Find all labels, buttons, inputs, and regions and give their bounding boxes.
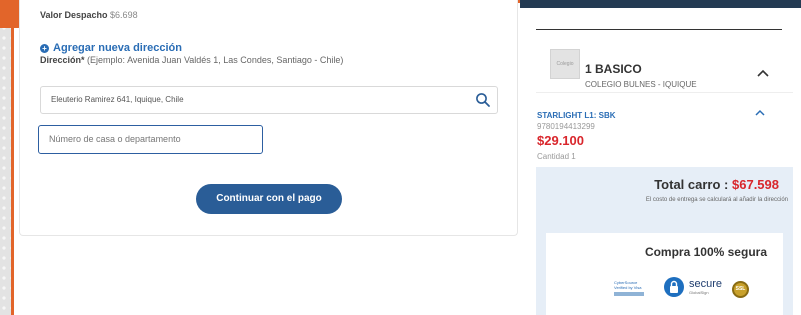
shipping-cost-value: $6.698 xyxy=(110,10,138,20)
add-address-link[interactable]: + Agregar nueva dirección xyxy=(40,42,182,54)
address-input-value: Eleuterio Ramirez 641, Iquique, Chile xyxy=(51,95,184,104)
product-price: $29.100 xyxy=(537,133,584,148)
product-quantity: Cantidad 1 xyxy=(537,152,576,161)
cart-total-label: Total carro : xyxy=(654,177,729,192)
address-field-label: Dirección* (Ejemplo: Avenida Juan Valdés… xyxy=(40,55,343,65)
plus-circle-icon: + xyxy=(40,43,49,53)
delivery-cost-note: El costo de entrega se calculará al añad… xyxy=(645,197,788,203)
school-name: COLEGIO BULNES - IQUIQUE xyxy=(585,80,697,89)
house-number-placeholder: Número de casa o departamento xyxy=(49,134,181,144)
secure-sub: GlobalSign xyxy=(689,290,709,295)
continue-payment-button[interactable]: Continuar con el pago xyxy=(196,184,342,214)
summary-divider xyxy=(536,92,793,93)
product-thumbnail: Colegio xyxy=(550,49,580,79)
chevron-up-icon[interactable] xyxy=(757,69,769,77)
search-icon[interactable] xyxy=(475,92,491,108)
shipping-cost: Valor Despacho $6.698 xyxy=(40,10,138,20)
header-dark-bar xyxy=(520,0,801,8)
secure-purchase-card: Compra 100% segura CyberSource Verified … xyxy=(546,233,783,315)
cart-total-value: $67.598 xyxy=(732,177,779,192)
secure-seal-text: secure GlobalSign xyxy=(689,278,723,296)
cybersource-sub: Verified by Visa xyxy=(614,285,642,290)
product-title[interactable]: STARLIGHT L1: SBK xyxy=(537,111,616,120)
cart-total: Total carro : $67.598 xyxy=(654,177,779,192)
shield-check-icon xyxy=(664,277,684,297)
globalsign-seal: secure GlobalSign xyxy=(663,276,722,298)
step-line xyxy=(11,0,14,315)
secure-label: secure xyxy=(689,278,723,290)
course-title: 1 BASICO xyxy=(585,62,642,76)
address-label: Dirección* xyxy=(40,55,85,65)
secure-purchase-title: Compra 100% segura xyxy=(644,245,767,259)
address-input[interactable]: Eleuterio Ramirez 641, Iquique, Chile xyxy=(40,86,498,114)
cart-total-box: Total carro : $67.598 El costo de entreg… xyxy=(536,167,793,315)
add-address-label: Agregar nueva dirección xyxy=(53,42,182,54)
product-isbn: 9780194413299 xyxy=(537,122,595,131)
chevron-up-icon[interactable] xyxy=(755,109,767,117)
address-hint: (Ejemplo: Avenida Juan Valdés 1, Las Con… xyxy=(87,55,344,65)
ssl-seal: SSL xyxy=(732,281,749,298)
shipping-cost-label: Valor Despacho xyxy=(40,10,108,20)
house-number-input[interactable]: Número de casa o departamento xyxy=(38,125,263,154)
cybersource-seal: CyberSource Verified by Visa xyxy=(614,280,648,298)
cybersource-bar xyxy=(614,292,644,296)
